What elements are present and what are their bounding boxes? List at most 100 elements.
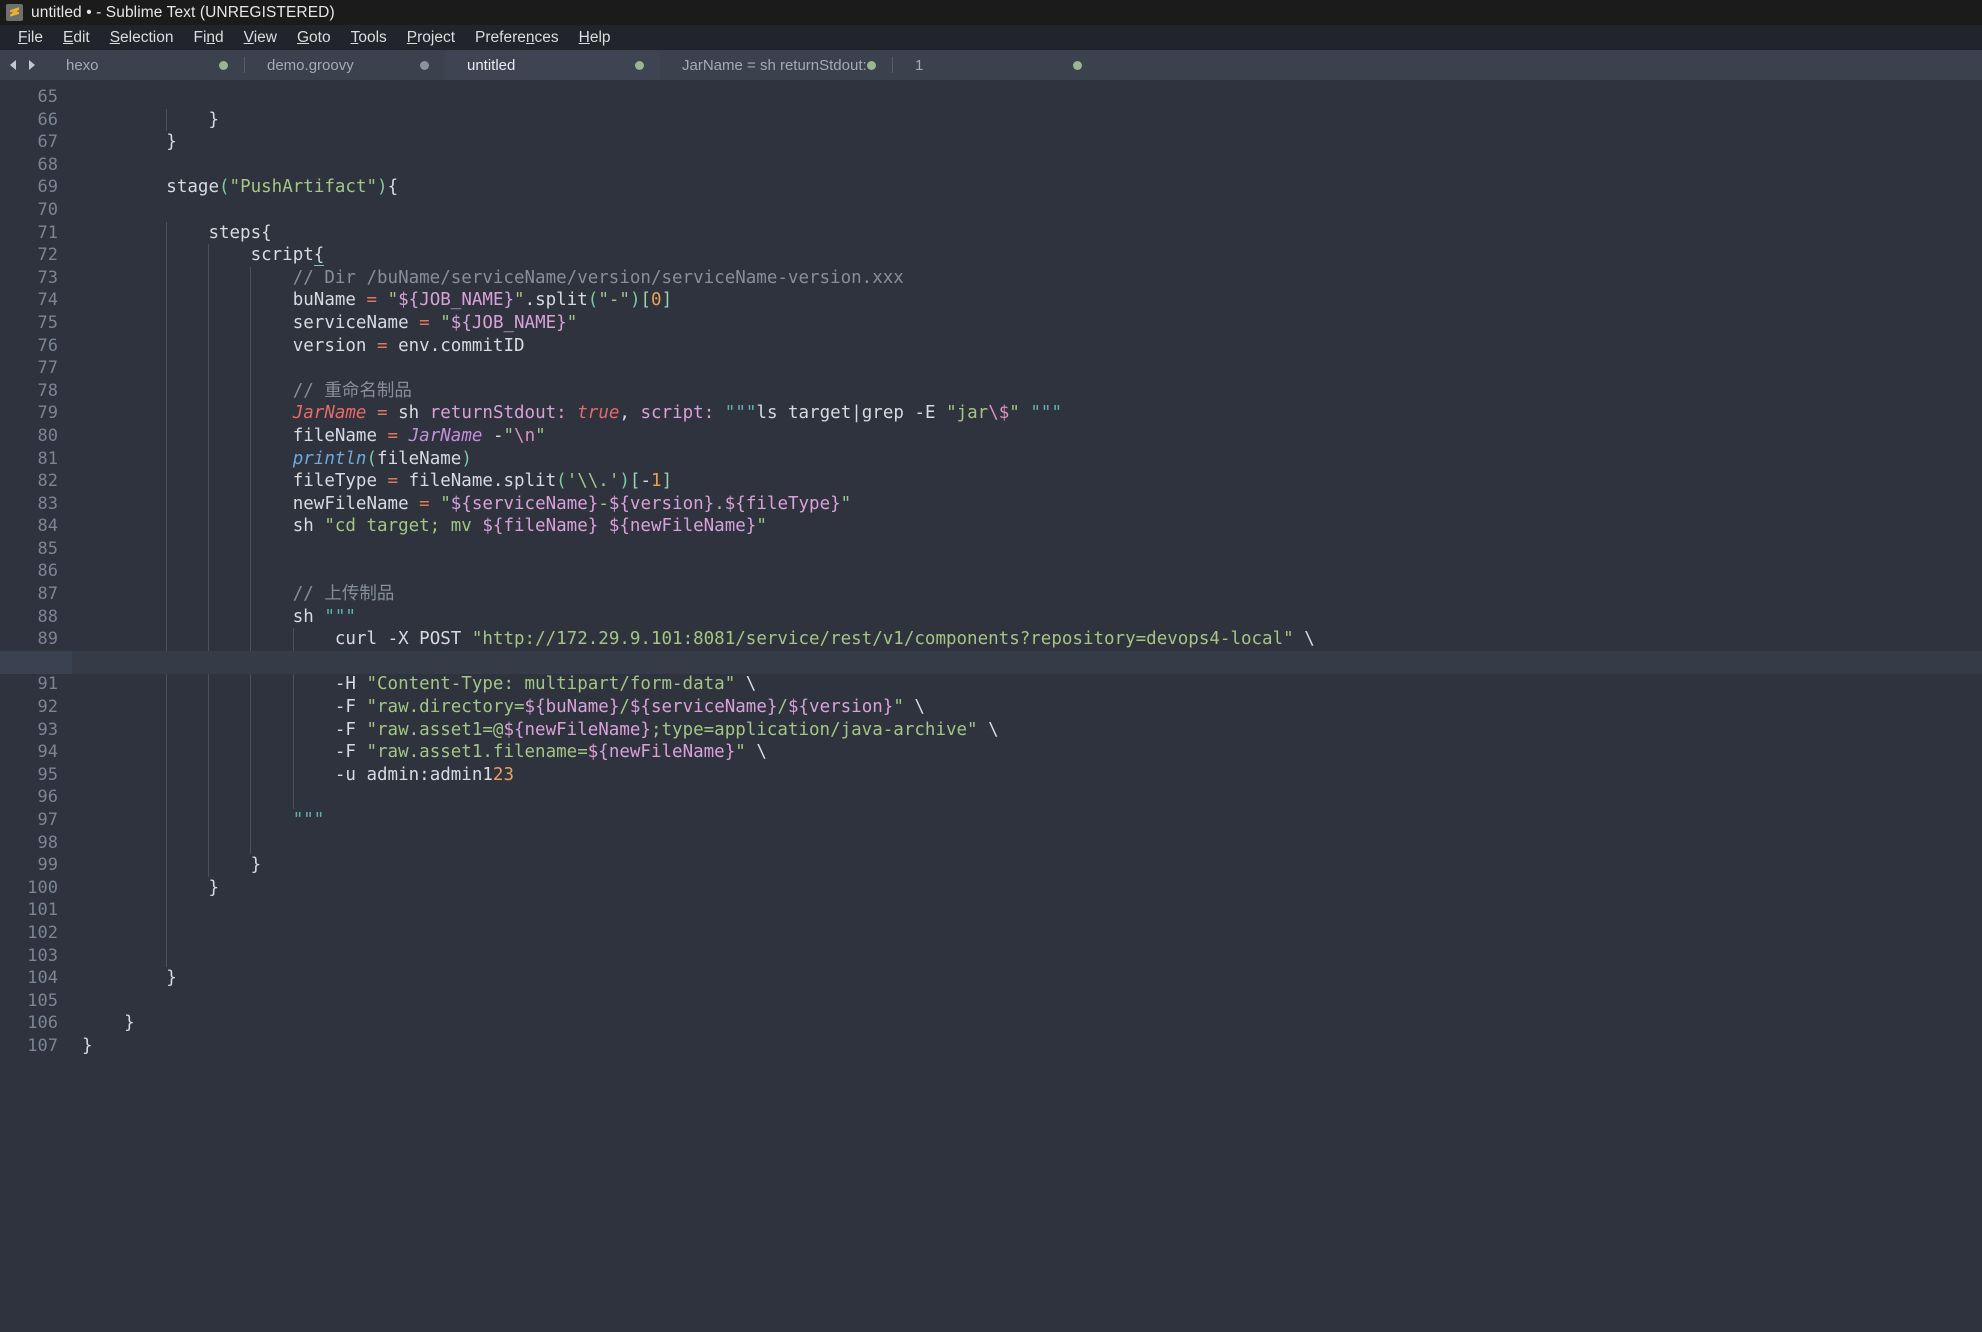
code-line[interactable] — [82, 538, 1982, 561]
code-line[interactable] — [82, 945, 1982, 968]
menu-find[interactable]: Find — [183, 27, 233, 49]
line-number: 85 — [0, 538, 72, 561]
line-number: 96 — [0, 786, 72, 809]
tab-dirty-dot — [219, 61, 228, 70]
line-number: 104 — [0, 967, 72, 990]
code-line[interactable]: -H "Content-Type: multipart/form-data" \ — [82, 673, 1982, 696]
line-number: 105 — [0, 990, 72, 1013]
code-line[interactable]: serviceName = "${JOB_NAME}" — [82, 312, 1982, 335]
code-line[interactable]: """ — [82, 809, 1982, 832]
tab-jarname-snippet[interactable]: JarName = sh returnStdout: tru — [660, 50, 892, 80]
line-number: 89 — [0, 628, 72, 651]
line-number: 79 — [0, 402, 72, 425]
menu-goto[interactable]: Goto — [287, 27, 341, 49]
line-number: 72 — [0, 244, 72, 267]
tab-hexo[interactable]: hexo — [44, 50, 244, 80]
menu-file[interactable]: File — [8, 27, 53, 49]
chevron-left-icon — [8, 59, 19, 71]
code-line[interactable]: } — [82, 1012, 1982, 1035]
code-line[interactable]: newFileName = "${serviceName}-${version}… — [82, 493, 1982, 516]
line-number: 107 — [0, 1035, 72, 1058]
line-number: 69 — [0, 176, 72, 199]
code-line[interactable] — [82, 154, 1982, 177]
tab-label: untitled — [467, 57, 515, 74]
code-editor[interactable]: 6566676869707172737475767778798081828384… — [0, 80, 1982, 1332]
chevron-right-icon — [26, 59, 37, 71]
code-line[interactable]: -u admin:admin123 — [82, 764, 1982, 787]
line-number: 91 — [0, 673, 72, 696]
line-number: 99 — [0, 854, 72, 877]
tab-dirty-dot — [1073, 61, 1082, 70]
code-line[interactable] — [82, 199, 1982, 222]
code-line[interactable]: script{ — [82, 244, 1982, 267]
code-line[interactable]: } — [82, 131, 1982, 154]
code-line[interactable] — [82, 899, 1982, 922]
code-line[interactable]: } — [82, 854, 1982, 877]
tab-label: JarName = sh returnStdout: tru — [682, 57, 867, 74]
code-line[interactable]: stage("PushArtifact"){ — [82, 176, 1982, 199]
code-line[interactable] — [82, 922, 1982, 945]
code-surface[interactable]: } } stage("PushArtifact"){ steps{ script… — [72, 80, 1982, 1332]
code-line[interactable]: // 重命名制品 — [82, 380, 1982, 403]
code-line[interactable] — [82, 990, 1982, 1013]
line-number: 83 — [0, 493, 72, 516]
code-line[interactable]: // Dir /buName/serviceName/version/servi… — [82, 267, 1982, 290]
tab-dirty-dot — [635, 61, 644, 70]
code-line[interactable]: sh """ — [82, 606, 1982, 629]
code-line[interactable]: } — [82, 1035, 1982, 1058]
code-line[interactable] — [82, 357, 1982, 380]
line-number: 70 — [0, 199, 72, 222]
code-line[interactable]: -F "raw.asset1=@${newFileName};type=appl… — [82, 719, 1982, 742]
code-line[interactable]: // 上传制品 — [82, 583, 1982, 606]
line-number: 77 — [0, 357, 72, 380]
code-line[interactable]: } — [82, 967, 1982, 990]
tab-demo-groovy[interactable]: demo.groovy — [245, 50, 445, 80]
code-line[interactable]: println(fileName) — [82, 448, 1982, 471]
menu-edit[interactable]: Edit — [53, 27, 100, 49]
line-number: 74 — [0, 289, 72, 312]
code-line[interactable]: JarName = sh returnStdout: true, script:… — [82, 402, 1982, 425]
code-line[interactable]: } — [82, 877, 1982, 900]
code-line[interactable]: } — [82, 109, 1982, 132]
line-number: 76 — [0, 335, 72, 358]
code-line[interactable]: -F "raw.asset1.filename=${newFileName}" … — [82, 741, 1982, 764]
line-number: 80 — [0, 425, 72, 448]
menu-project[interactable]: Project — [397, 27, 465, 49]
menu-preferences[interactable]: Preferences — [465, 27, 569, 49]
tab-untitled[interactable]: untitled — [445, 50, 660, 80]
code-line[interactable] — [82, 560, 1982, 583]
code-line[interactable] — [82, 86, 1982, 109]
menu-bar: File Edit Selection Find View Goto Tools… — [0, 25, 1982, 50]
tab-label: hexo — [66, 57, 99, 74]
line-number: 84 — [0, 515, 72, 538]
tab-dirty-dot — [420, 61, 429, 70]
line-number: 97 — [0, 809, 72, 832]
code-line[interactable]: fileType = fileName.split('\\.')[-1] — [82, 470, 1982, 493]
code-line[interactable] — [82, 786, 1982, 809]
line-number: 98 — [0, 832, 72, 855]
code-line[interactable]: version = env.commitID — [82, 335, 1982, 358]
code-line[interactable]: -F "raw.directory=${buName}/${serviceNam… — [82, 696, 1982, 719]
line-number: 103 — [0, 945, 72, 968]
line-number-gutter: 6566676869707172737475767778798081828384… — [0, 80, 72, 1332]
tab-bar: hexo demo.groovy untitled JarName = sh r… — [0, 50, 1982, 80]
line-number: 82 — [0, 470, 72, 493]
line-number: 101 — [0, 899, 72, 922]
tab-nav-arrows[interactable] — [0, 50, 44, 80]
menu-tools[interactable]: Tools — [341, 27, 397, 49]
code-line[interactable]: steps{ — [82, 222, 1982, 245]
code-line[interactable]: curl -X POST "http://172.29.9.101:8081/s… — [82, 628, 1982, 651]
line-number: 78 — [0, 380, 72, 403]
tab-1[interactable]: 1 — [893, 50, 1098, 80]
line-number: 86 — [0, 560, 72, 583]
menu-selection[interactable]: Selection — [100, 27, 184, 49]
menu-help[interactable]: Help — [569, 27, 621, 49]
code-line[interactable]: buName = "${JOB_NAME}".split("-")[0] — [82, 289, 1982, 312]
code-line[interactable]: sh "cd target; mv ${fileName} ${newFileN… — [82, 515, 1982, 538]
current-line-highlight — [0, 651, 1982, 674]
line-number: 73 — [0, 267, 72, 290]
menu-view[interactable]: View — [234, 27, 287, 49]
line-number: 93 — [0, 719, 72, 742]
code-line[interactable]: fileName = JarName -"\n" — [82, 425, 1982, 448]
code-line[interactable] — [82, 832, 1982, 855]
